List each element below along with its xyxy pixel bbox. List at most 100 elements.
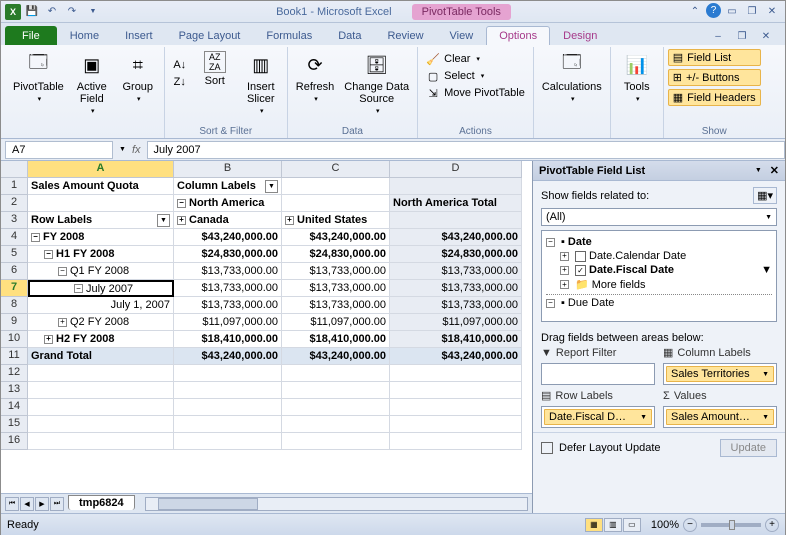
cell[interactable] [390,433,522,450]
row-header[interactable]: 7 [1,280,28,297]
collapse-icon[interactable]: − [177,199,186,208]
cell[interactable] [390,365,522,382]
collapse-icon[interactable]: − [546,299,555,308]
update-button[interactable]: Update [720,439,777,457]
collapse-icon[interactable]: − [44,250,53,259]
cell[interactable] [390,212,522,229]
area-values[interactable]: Sales Amount…▼ [663,406,777,428]
related-table-combo[interactable]: (All)▼ [541,208,777,226]
cell[interactable]: Grand Total [28,348,174,365]
cell[interactable]: +United States [282,212,390,229]
cell[interactable]: $24,830,000.00 [174,246,282,263]
cell[interactable]: July 1, 2007 [28,297,174,314]
cell[interactable]: $13,733,000.00 [390,297,522,314]
zoom-slider[interactable] [701,523,761,527]
cell[interactable]: $13,733,000.00 [390,280,522,297]
checkbox-checked[interactable]: ✓ [575,265,586,276]
cell[interactable]: $13,733,000.00 [174,280,282,297]
mdi-restore-icon[interactable]: ❐ [733,27,751,45]
tab-formulas[interactable]: Formulas [253,26,325,45]
tree-node-fiscal[interactable]: Date.Fiscal Date [589,264,674,276]
insert-slicer-button[interactable]: ▥Insert Slicer▾ [239,49,283,117]
cell[interactable]: $43,240,000.00 [282,348,390,365]
expand-icon[interactable]: + [44,335,53,344]
calculations-button[interactable]: 🗔Calculations▾ [538,49,606,105]
scrollbar-thumb[interactable] [158,498,258,510]
undo-icon[interactable]: ↶ [43,3,61,21]
prev-sheet-icon[interactable]: ◀ [20,497,34,511]
cell[interactable]: $18,410,000.00 [174,331,282,348]
cell[interactable]: $11,097,000.00 [390,314,522,331]
cell[interactable] [390,382,522,399]
filter-icon[interactable]: ▼ [265,180,278,193]
expand-icon[interactable]: + [285,216,294,225]
clear-button[interactable]: 🧹Clear▾ [422,51,529,67]
col-header-b[interactable]: B [174,161,282,178]
cell[interactable]: +Q2 FY 2008 [28,314,174,331]
row-header[interactable]: 5 [1,246,28,263]
sort-desc-button[interactable]: Z↓ [169,74,191,90]
cell[interactable] [282,365,390,382]
field-chip[interactable]: Date.Fiscal D…▼ [544,409,652,425]
help-icon[interactable]: ? [706,3,721,18]
row-header[interactable]: 14 [1,399,28,416]
pane-close-icon[interactable]: ✕ [770,164,779,177]
cell[interactable]: −Q1 FY 2008 [28,263,174,280]
area-column-labels[interactable]: Sales Territories▼ [663,363,777,385]
group-button[interactable]: ⌗Group▾ [116,49,160,105]
cell[interactable] [390,178,522,195]
cell[interactable] [390,399,522,416]
cell[interactable] [28,399,174,416]
tab-home[interactable]: Home [57,26,112,45]
col-header-d[interactable]: D [390,161,522,178]
page-layout-view-icon[interactable]: ▥ [604,518,622,532]
horizontal-scrollbar[interactable] [145,497,528,511]
row-header[interactable]: 4 [1,229,28,246]
page-break-view-icon[interactable]: ▭ [623,518,641,532]
cell[interactable]: $43,240,000.00 [174,348,282,365]
cell[interactable] [282,399,390,416]
change-data-source-button[interactable]: 🗄Change Data Source▾ [340,49,413,117]
cell[interactable]: −North America [174,195,282,212]
cell[interactable]: $43,240,000.00 [174,229,282,246]
layout-options-icon[interactable]: ▦▾ [753,187,777,204]
row-header[interactable]: 16 [1,433,28,450]
cell[interactable] [282,433,390,450]
active-field-button[interactable]: ▣Active Field▾ [70,49,114,117]
cell[interactable]: Row Labels▼ [28,212,174,229]
area-row-labels[interactable]: Date.Fiscal D…▼ [541,406,655,428]
cell[interactable] [174,416,282,433]
fx-icon[interactable]: fx [126,144,147,156]
pivottable-button[interactable]: 🗔PivotTable▾ [9,49,68,105]
sort-button[interactable]: AZZASort [193,49,237,89]
row-header[interactable]: 15 [1,416,28,433]
cell[interactable]: $18,410,000.00 [390,331,522,348]
zoom-out-icon[interactable]: − [683,518,697,532]
row-header[interactable]: 2 [1,195,28,212]
cell[interactable] [28,433,174,450]
tree-node-calendar[interactable]: Date.Calendar Date [589,250,686,262]
cell[interactable]: Column Labels▼ [174,178,282,195]
cell[interactable] [174,399,282,416]
tree-node-due[interactable]: Due Date [568,297,614,309]
sort-asc-button[interactable]: A↓ [169,57,191,73]
cell[interactable] [282,382,390,399]
zoom-in-icon[interactable]: + [765,518,779,532]
cell[interactable]: +H2 FY 2008 [28,331,174,348]
cell[interactable] [282,178,390,195]
cell[interactable]: Sales Amount Quota [28,178,174,195]
cell[interactable]: North America Total [390,195,522,212]
collapse-icon[interactable]: − [74,284,83,293]
pane-menu-icon[interactable]: ▼ [755,167,762,174]
cell[interactable] [282,195,390,212]
row-header[interactable]: 6 [1,263,28,280]
tab-review[interactable]: Review [374,26,436,45]
field-chip[interactable]: Sales Amount…▼ [666,409,774,425]
select-button[interactable]: ▢Select▾ [422,68,529,84]
zoom-thumb[interactable] [729,520,735,530]
restore-icon[interactable]: ❐ [743,3,761,21]
defer-checkbox[interactable] [541,442,553,454]
cell[interactable] [174,433,282,450]
expand-icon[interactable]: + [560,280,569,289]
formula-input[interactable]: July 2007 [147,141,786,159]
